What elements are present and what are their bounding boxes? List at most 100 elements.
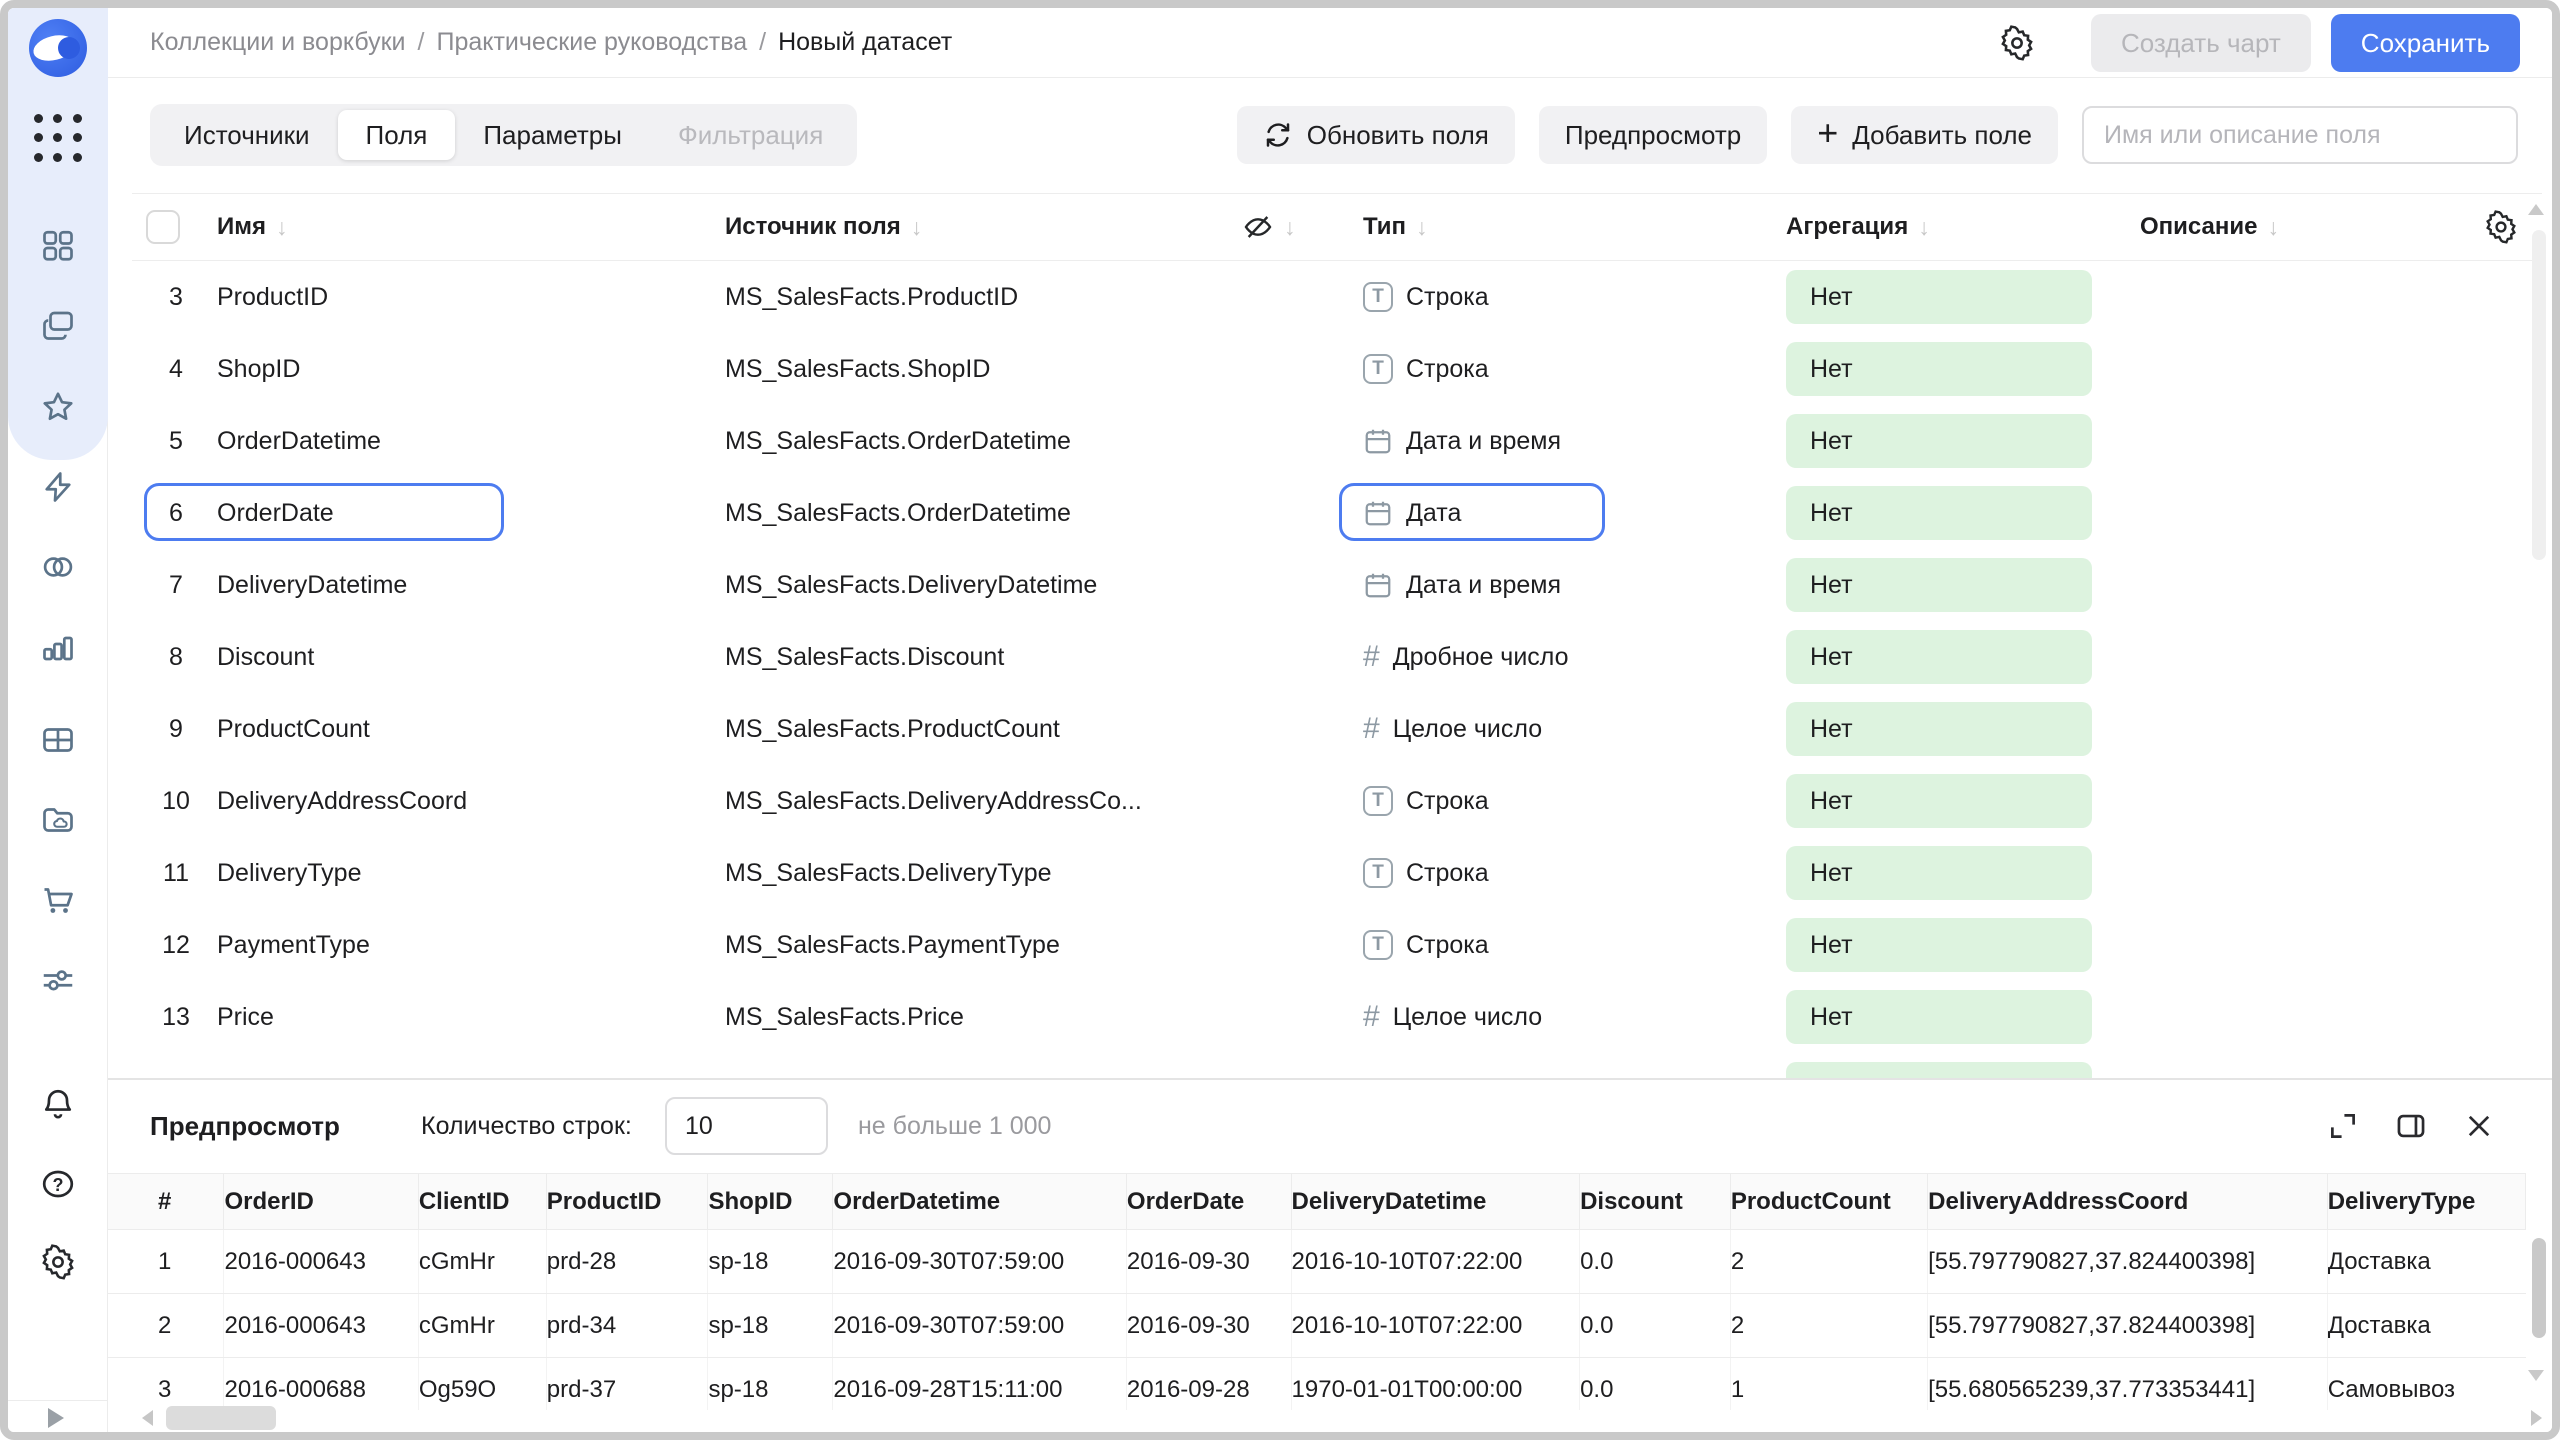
aggregation-badge[interactable]: Нет bbox=[1786, 270, 2092, 324]
field-type[interactable]: TСтрока bbox=[1363, 765, 1783, 837]
datalens-logo[interactable] bbox=[29, 19, 87, 77]
column-settings-gear-icon[interactable] bbox=[2484, 194, 2518, 260]
tab-filtering[interactable]: Фильтрация bbox=[650, 110, 851, 160]
create-chart-button[interactable]: Создать чарт bbox=[2091, 14, 2311, 72]
aggregation-badge[interactable]: Нет bbox=[1786, 990, 2092, 1044]
update-fields-button[interactable]: Обновить поля bbox=[1237, 106, 1515, 164]
field-aggregation[interactable]: Нет bbox=[1786, 333, 2092, 405]
field-type[interactable]: #Целое число bbox=[1363, 981, 1783, 1053]
field-type[interactable]: TСтрока bbox=[1363, 261, 1783, 333]
split-view-icon[interactable] bbox=[2394, 1109, 2428, 1143]
field-aggregation[interactable]: Нет bbox=[1786, 621, 2092, 693]
preview-toggle-button[interactable]: Предпросмотр bbox=[1539, 106, 1767, 164]
aggregation-badge[interactable]: Нет bbox=[1786, 774, 2092, 828]
hscroll-thumb[interactable] bbox=[166, 1406, 276, 1430]
field-name[interactable]: ProductID bbox=[217, 261, 697, 333]
field-type[interactable]: TСтрока bbox=[1363, 837, 1783, 909]
field-name[interactable]: Discount bbox=[217, 621, 697, 693]
settings-sliders-icon[interactable] bbox=[40, 962, 76, 998]
tab-parameters[interactable]: Параметры bbox=[455, 110, 650, 160]
aggregation-badge[interactable]: Нет bbox=[1786, 918, 2092, 972]
services-grid-icon[interactable] bbox=[34, 114, 82, 162]
dashboards-icon[interactable] bbox=[40, 227, 76, 263]
field-aggregation[interactable]: Нет bbox=[1786, 261, 2092, 333]
field-aggregation[interactable]: Нет bbox=[1786, 981, 2092, 1053]
column-header-type[interactable]: Тип↓ bbox=[1363, 194, 1428, 260]
collections-icon[interactable] bbox=[40, 307, 76, 343]
field-aggregation[interactable]: Нет bbox=[1786, 477, 2092, 549]
hscroll-left-arrow[interactable] bbox=[142, 1410, 153, 1426]
storage-folder-icon[interactable] bbox=[40, 802, 76, 838]
field-source[interactable]: MS_SalesFacts.DeliveryDatetime bbox=[725, 549, 1245, 621]
field-type[interactable]: Дата и время bbox=[1363, 405, 1783, 477]
field-name[interactable]: PaymentType bbox=[217, 909, 697, 981]
tab-sources[interactable]: Источники bbox=[156, 110, 338, 160]
column-header-name[interactable]: Имя↓ bbox=[217, 194, 288, 260]
aggregation-badge[interactable]: Нет bbox=[1786, 846, 2092, 900]
column-header-description[interactable]: Описание↓ bbox=[2140, 194, 2279, 260]
close-preview-icon[interactable] bbox=[2462, 1109, 2496, 1143]
tab-fields[interactable]: Поля bbox=[338, 110, 456, 160]
marketplace-cart-icon[interactable] bbox=[40, 882, 76, 918]
field-source[interactable]: MS_SalesFacts.Discount bbox=[725, 621, 1245, 693]
dataset-settings-gear-icon[interactable] bbox=[1999, 25, 2035, 61]
favorites-star-icon[interactable] bbox=[40, 389, 76, 425]
field-name[interactable]: DeliveryType bbox=[217, 837, 697, 909]
aggregation-badge[interactable]: Нет bbox=[1786, 486, 2092, 540]
field-name[interactable]: Price bbox=[217, 981, 697, 1053]
select-all-checkbox[interactable] bbox=[146, 194, 180, 260]
hscroll-right-arrow[interactable] bbox=[2531, 1410, 2542, 1426]
field-type[interactable]: TСтрока bbox=[1363, 909, 1783, 981]
field-row[interactable]: 6OrderDateMS_SalesFacts.OrderDatetimeДат… bbox=[132, 477, 2542, 549]
breadcrumb-item[interactable]: Практические руководства bbox=[436, 28, 747, 57]
field-source[interactable]: MS_SalesFacts.ProductID bbox=[725, 261, 1245, 333]
field-row[interactable]: 11DeliveryTypeMS_SalesFacts.DeliveryType… bbox=[132, 837, 2542, 909]
field-row[interactable]: 4ShopIDMS_SalesFacts.ShopIDTСтрокаНет bbox=[132, 333, 2542, 405]
field-row[interactable]: 9ProductCountMS_SalesFacts.ProductCount#… bbox=[132, 693, 2542, 765]
aggregation-badge[interactable]: Нет bbox=[1786, 702, 2092, 756]
expand-preview-icon[interactable] bbox=[2326, 1109, 2360, 1143]
field-row[interactable]: 3ProductIDMS_SalesFacts.ProductIDTСтрока… bbox=[132, 261, 2542, 333]
settings-gear-icon[interactable] bbox=[40, 1244, 76, 1280]
field-aggregation[interactable]: Нет bbox=[1786, 405, 2092, 477]
scroll-down-arrow[interactable] bbox=[2528, 1370, 2544, 1381]
field-name[interactable]: OrderDatetime bbox=[217, 405, 697, 477]
breadcrumb-item[interactable]: Коллекции и воркбуки bbox=[150, 28, 406, 57]
field-source[interactable]: MS_SalesFacts.ProductCount bbox=[725, 693, 1245, 765]
field-type[interactable]: TСтрока bbox=[1363, 333, 1783, 405]
field-source[interactable]: MS_SalesFacts.Price bbox=[725, 981, 1245, 1053]
field-aggregation[interactable]: Нет bbox=[1786, 693, 2092, 765]
expand-sidebar-arrow[interactable] bbox=[48, 1408, 64, 1428]
field-aggregation[interactable]: Нет bbox=[1786, 837, 2092, 909]
fields-scrollbar-thumb[interactable] bbox=[2532, 230, 2546, 560]
datasets-table-icon[interactable] bbox=[40, 722, 76, 758]
field-name[interactable]: ProductCount bbox=[217, 693, 697, 765]
field-aggregation[interactable]: Нет bbox=[1786, 549, 2092, 621]
preview-scrollbar-thumb[interactable] bbox=[2532, 1238, 2546, 1338]
field-name[interactable]: DeliveryAddressCoord bbox=[217, 765, 697, 837]
field-type[interactable]: Дата и время bbox=[1363, 549, 1783, 621]
add-field-button[interactable]: + Добавить поле bbox=[1791, 106, 2058, 164]
charts-icon[interactable] bbox=[40, 629, 76, 665]
field-type[interactable]: #Дробное число bbox=[1363, 621, 1783, 693]
row-count-input[interactable] bbox=[665, 1097, 828, 1155]
field-aggregation[interactable]: Нет bbox=[1786, 765, 2092, 837]
field-type[interactable]: #Целое число bbox=[1363, 693, 1783, 765]
field-source[interactable]: MS_SalesFacts.DeliveryType bbox=[725, 837, 1245, 909]
field-name[interactable]: DeliveryDatetime bbox=[217, 549, 697, 621]
field-aggregation[interactable]: Нет bbox=[1786, 909, 2092, 981]
aggregation-badge[interactable]: Нет bbox=[1786, 630, 2092, 684]
field-row[interactable]: 13PriceMS_SalesFacts.Price#Целое числоНе… bbox=[132, 981, 2542, 1053]
field-search-input[interactable] bbox=[2082, 106, 2518, 164]
scroll-up-arrow[interactable] bbox=[2528, 204, 2544, 215]
aggregation-badge[interactable]: Нет bbox=[1786, 414, 2092, 468]
field-row[interactable]: 10DeliveryAddressCoordMS_SalesFacts.Deli… bbox=[132, 765, 2542, 837]
field-row[interactable]: 8DiscountMS_SalesFacts.Discount#Дробное … bbox=[132, 621, 2542, 693]
field-source[interactable]: MS_SalesFacts.PaymentType bbox=[725, 909, 1245, 981]
column-header-hidden[interactable]: ↓ bbox=[1242, 194, 1296, 260]
aggregation-badge[interactable]: Нет bbox=[1786, 342, 2092, 396]
field-name[interactable]: ShopID bbox=[217, 333, 697, 405]
column-header-aggregation[interactable]: Агрегация↓ bbox=[1786, 194, 1930, 260]
aggregation-badge[interactable]: Нет bbox=[1786, 558, 2092, 612]
field-source[interactable]: MS_SalesFacts.DeliveryAddressCo... bbox=[725, 765, 1245, 837]
